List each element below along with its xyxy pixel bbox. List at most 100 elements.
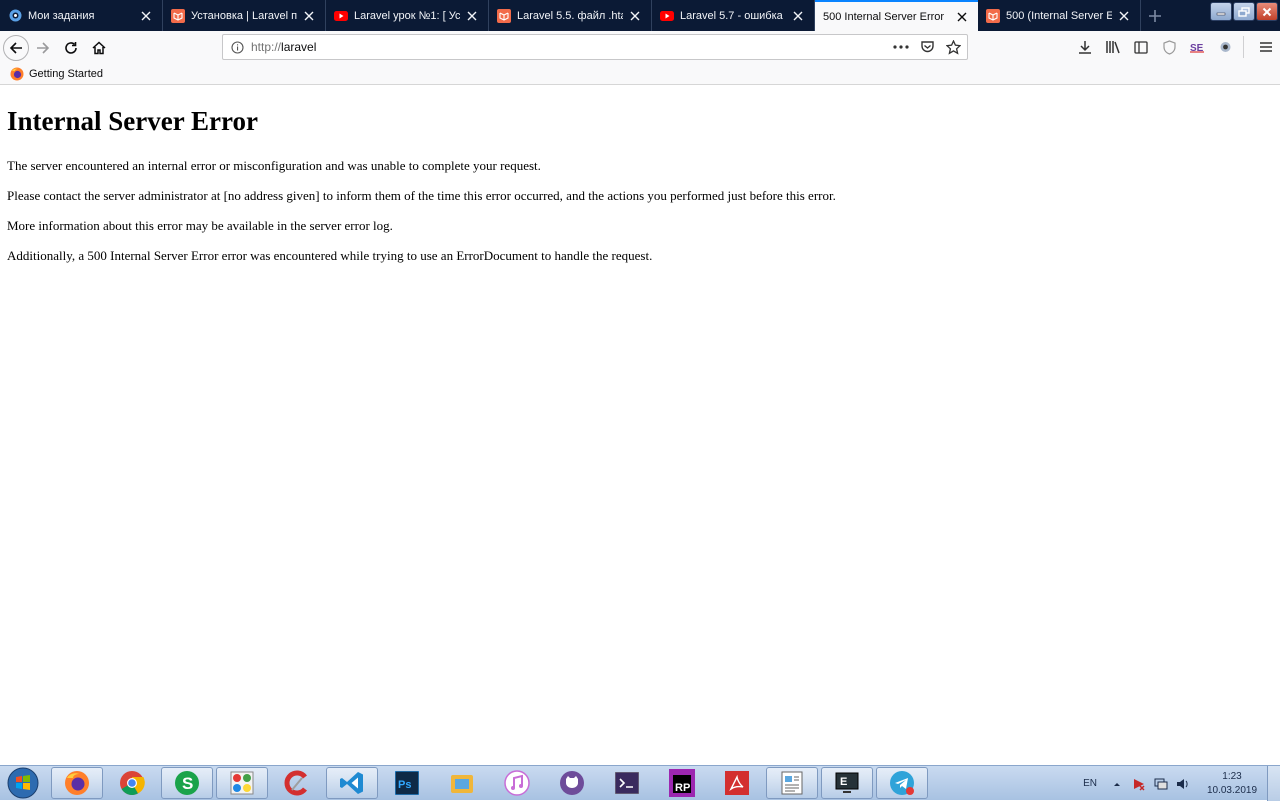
star-icon <box>945 39 961 55</box>
clock[interactable]: 1:23 10.03.2019 <box>1197 770 1267 798</box>
action-center-icon[interactable] <box>1131 776 1147 792</box>
s-app-icon: S <box>175 771 199 795</box>
extension-eye-button[interactable] <box>1211 33 1239 61</box>
vscode-icon <box>340 772 363 794</box>
taskbar-monitor[interactable]: E <box>821 767 873 799</box>
url-protocol: http:// <box>251 40 282 54</box>
taskbar-github[interactable] <box>546 767 598 799</box>
tab-laravel-install[interactable]: Установка | Laravel по-русски <box>163 0 326 31</box>
reload-icon <box>65 41 77 54</box>
hamburger-menu-icon <box>1260 42 1272 52</box>
bookmark-label: Getting Started <box>29 68 103 80</box>
forward-button[interactable] <box>29 34 57 62</box>
taskbar-explorer[interactable] <box>436 767 488 799</box>
github-icon <box>560 771 584 795</box>
minimize-icon <box>1216 12 1226 15</box>
menu-button[interactable] <box>1252 33 1280 61</box>
taskbar-document[interactable] <box>766 767 818 799</box>
address-bar[interactable]: http://laravel <box>222 34 968 60</box>
plus-icon <box>1149 9 1161 22</box>
window-controls <box>1208 0 1280 28</box>
windows-start-icon <box>7 767 39 799</box>
taskbar-itunes[interactable] <box>491 767 543 799</box>
document-icon <box>781 771 803 795</box>
download-icon <box>1079 41 1091 54</box>
restore-button[interactable] <box>1233 2 1255 21</box>
task-icon <box>8 9 22 23</box>
taskbar-terminal[interactable] <box>601 767 653 799</box>
taskbar-ccleaner[interactable] <box>271 767 323 799</box>
more-dots-icon <box>893 45 909 49</box>
arrow-right-icon <box>37 41 50 54</box>
taskbar-s-app[interactable]: S <box>161 767 213 799</box>
show-desktop-button[interactable] <box>1267 766 1280 801</box>
tab-internal-server-error[interactable]: 500 Internal Server Error <box>815 0 978 31</box>
url-text[interactable]: http://laravel <box>251 40 891 54</box>
system-tray: EN 1:23 10.03.2019 <box>1083 766 1280 801</box>
back-button[interactable] <box>3 34 29 61</box>
home-button[interactable] <box>85 34 113 62</box>
phpstorm-icon: RP <box>669 769 695 797</box>
network-icon[interactable] <box>1153 776 1169 792</box>
svg-text:Ps: Ps <box>398 779 411 791</box>
start-button[interactable] <box>4 767 42 799</box>
extension-se-button[interactable]: SE <box>1183 33 1211 61</box>
navigation-toolbar: http://laravel SE <box>0 31 1280 64</box>
close-window-button[interactable] <box>1256 2 1278 21</box>
photoshop-icon: Ps <box>395 771 419 795</box>
tab-laravel-lesson-1[interactable]: Laravel урок №1: [ Установка ] <box>326 0 489 31</box>
arrow-left-icon <box>9 41 22 54</box>
page-content: Internal Server Error The server encount… <box>0 85 1280 765</box>
new-tab-button[interactable] <box>1141 0 1169 31</box>
taskbar-tiles-app[interactable] <box>216 767 268 799</box>
error-paragraph: Please contact the server administrator … <box>7 188 836 203</box>
taskbar-phpstorm[interactable]: RP <box>656 767 708 799</box>
page-actions-button[interactable] <box>891 37 911 57</box>
close-icon[interactable] <box>464 8 480 24</box>
pocket-button[interactable] <box>917 37 937 57</box>
sidebar-icon <box>1134 40 1148 54</box>
taskbar-telegram[interactable] <box>876 767 928 799</box>
shield-icon <box>1162 39 1176 55</box>
laravel-icon <box>171 8 185 23</box>
close-icon[interactable] <box>138 8 154 24</box>
info-icon[interactable] <box>223 40 251 54</box>
minimize-button[interactable] <box>1210 2 1232 21</box>
svg-text:E: E <box>840 776 847 788</box>
tray-expand-icon[interactable] <box>1109 776 1125 792</box>
tab-laravel-error-500-video[interactable]: Laravel 5.7 - ошибка 500 <box>652 0 815 31</box>
laravel-icon <box>497 8 511 23</box>
volume-icon[interactable] <box>1175 776 1191 792</box>
tab-title: Установка | Laravel по-русски <box>191 9 297 22</box>
telegram-icon <box>890 771 914 795</box>
adblock-button[interactable] <box>1155 33 1183 61</box>
tab-laravel-htaccess[interactable]: Laravel 5.5. файл .htaccess <box>489 0 652 31</box>
library-button[interactable] <box>1099 33 1127 61</box>
taskbar-photoshop[interactable]: Ps <box>381 767 433 799</box>
tab-500-internal-server-error[interactable]: 500 (Internal Server Error) <box>978 0 1141 31</box>
tab-my-tasks[interactable]: Мои задания <box>0 0 163 31</box>
tab-title: Laravel урок №1: [ Установка ] <box>354 9 460 22</box>
language-indicator[interactable]: EN <box>1083 778 1097 789</box>
downloads-button[interactable] <box>1071 33 1099 61</box>
close-icon[interactable] <box>627 8 643 24</box>
taskbar-firefox[interactable] <box>51 767 103 799</box>
taskbar-acrobat[interactable] <box>711 767 763 799</box>
pocket-icon <box>920 41 934 53</box>
explorer-icon <box>451 775 473 793</box>
sidebar-button[interactable] <box>1127 33 1155 61</box>
error-paragraph: Additionally, a 500 Internal Server Erro… <box>7 248 653 263</box>
reload-button[interactable] <box>57 34 85 62</box>
tab-strip: Мои задания Установка | Laravel по-русск… <box>0 0 1280 31</box>
itunes-icon <box>504 770 530 796</box>
toolbar-right: SE <box>1071 33 1280 61</box>
bookmark-getting-started[interactable]: Getting Started <box>10 67 103 81</box>
close-icon[interactable] <box>790 8 806 24</box>
tab-title: Мои задания <box>28 9 95 22</box>
close-icon[interactable] <box>1116 8 1132 24</box>
close-icon[interactable] <box>301 8 317 24</box>
bookmark-star-button[interactable] <box>943 37 963 57</box>
taskbar-chrome[interactable] <box>106 767 158 799</box>
close-icon[interactable] <box>954 9 970 25</box>
taskbar-vscode[interactable] <box>326 767 378 799</box>
